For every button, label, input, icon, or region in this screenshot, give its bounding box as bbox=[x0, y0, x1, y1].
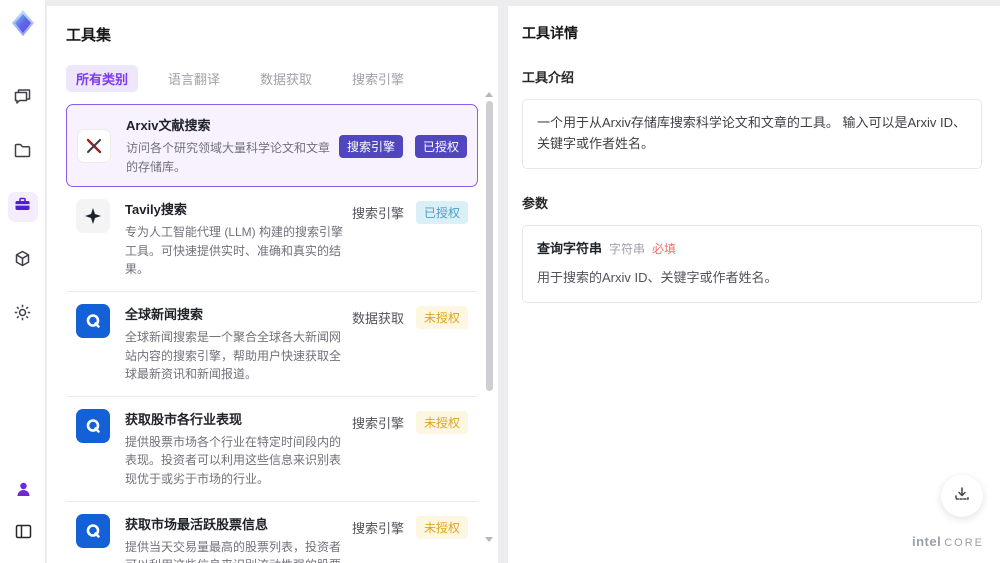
category-label: 搜索引擎 bbox=[351, 520, 404, 536]
param-required-flag: 必填 bbox=[652, 241, 677, 256]
chat-icon bbox=[13, 87, 32, 111]
avatar-icon bbox=[14, 480, 33, 504]
tool-card-global-news[interactable]: 全球新闻搜索 全球新闻搜索是一个聚合全球各大新闻网站内容的搜索引擎，帮助用户快速… bbox=[66, 291, 478, 397]
folder-icon bbox=[13, 141, 32, 165]
tool-card-tavily[interactable]: Tavily搜索 专为人工智能代理 (LLM) 构建的搜索引擎工具。可快速提供实… bbox=[66, 187, 478, 292]
category-badge: 搜索引擎 bbox=[338, 135, 403, 159]
gear-icon bbox=[13, 303, 32, 327]
tool-name: Tavily搜索 bbox=[125, 202, 187, 218]
param-name: 查询字符串 bbox=[537, 240, 603, 256]
list-scrollbar[interactable] bbox=[485, 92, 493, 552]
tool-tags: 搜索引擎 已授权 bbox=[351, 199, 468, 225]
auth-status-badge: 未授权 bbox=[415, 410, 468, 434]
blue-q-icon bbox=[76, 408, 110, 443]
sidebar-item-settings[interactable] bbox=[8, 300, 38, 330]
scrollbar-down-arrow-icon[interactable] bbox=[485, 537, 493, 542]
panel-layout-icon bbox=[14, 522, 33, 546]
app-window: 工具集 所有类别 语言翻译 数据获取 搜索引擎 Arxiv文献搜索 访问各个研究… bbox=[0, 0, 1000, 563]
scrollbar-thumb[interactable] bbox=[485, 101, 493, 391]
download-icon bbox=[953, 485, 971, 508]
scrollbar-up-arrow-icon[interactable] bbox=[485, 92, 493, 97]
sidebar-item-tools[interactable] bbox=[7, 192, 38, 222]
sidebar-item-models[interactable] bbox=[8, 246, 38, 276]
black-star-icon bbox=[76, 199, 110, 234]
param-box: 查询字符串 字符串 必填 用于搜索的Arxiv ID、关键字或作者姓名。 bbox=[522, 224, 982, 304]
page-title: 工具集 bbox=[66, 27, 112, 44]
tool-tags: 搜索引擎 未授权 bbox=[352, 409, 468, 434]
tool-card-text: 获取股市各行业表现 提供股票市场各个行业在特定时间段内的表现。投资者可以利用这些… bbox=[125, 409, 352, 489]
tool-card-arxiv[interactable]: Arxiv文献搜索 访问各个研究领域大量科学论文和文章的存储库。 搜索引擎 已授… bbox=[66, 104, 478, 188]
tab-data-fetch[interactable]: 数据获取 bbox=[250, 65, 322, 92]
blue-q-icon bbox=[76, 303, 110, 338]
tool-name: 获取市场最活跃股票信息 bbox=[125, 516, 269, 532]
tool-description: 全球新闻搜索是一个聚合全球各大新闻网站内容的搜索引擎，帮助用户快速获取全球最新资… bbox=[125, 329, 342, 382]
tool-card-text: Tavily搜索 专为人工智能代理 (LLM) 构建的搜索引擎工具。可快速提供实… bbox=[125, 199, 352, 279]
download-button[interactable] bbox=[941, 475, 983, 517]
sidebar-item-files[interactable] bbox=[8, 138, 38, 168]
tool-name: Arxiv文献搜索 bbox=[126, 118, 211, 133]
collapse-panel-button[interactable] bbox=[8, 519, 38, 549]
auth-status-badge: 未授权 bbox=[415, 515, 468, 539]
tool-card-text: 获取市场最活跃股票信息 提供当天交易量最高的股票列表，投资者可以利用这些信息来识… bbox=[125, 514, 352, 563]
cube-icon bbox=[13, 249, 32, 273]
sidebar-nav bbox=[7, 84, 38, 330]
tool-list: Arxiv文献搜索 访问各个研究领域大量科学论文和文章的存储库。 搜索引擎 已授… bbox=[66, 104, 478, 563]
tool-description: 提供股票市场各个行业在特定时间段内的表现。投资者可以利用这些信息来识别表现优于或… bbox=[125, 434, 342, 486]
category-tabs: 所有类别 语言翻译 数据获取 搜索引擎 bbox=[66, 65, 498, 92]
params-section-title: 参数 bbox=[522, 195, 549, 211]
blue-q-icon bbox=[76, 513, 110, 548]
tool-name: 全球新闻搜索 bbox=[125, 306, 204, 322]
tool-card-stock-sectors[interactable]: 获取股市各行业表现 提供股票市场各个行业在特定时间段内的表现。投资者可以利用这些… bbox=[66, 396, 478, 502]
tool-tags: 搜索引擎 已授权 bbox=[338, 133, 467, 159]
param-description: 用于搜索的Arxiv ID、关键字或作者姓名。 bbox=[537, 270, 778, 286]
toolbox-icon bbox=[13, 195, 32, 219]
left-sidebar bbox=[0, 0, 46, 563]
tab-all-categories[interactable]: 所有类别 bbox=[66, 65, 139, 92]
app-logo-icon bbox=[8, 8, 38, 38]
category-label: 搜索引擎 bbox=[351, 415, 404, 431]
tool-description: 访问各个研究领域大量科学论文和文章的存储库。 bbox=[126, 141, 331, 174]
intro-text: 一个用于从Arxiv存储库搜索科学论文和文章的工具。 输入可以是Arxiv ID… bbox=[537, 115, 967, 151]
tool-tags: 数据获取 未授权 bbox=[352, 304, 468, 329]
brand-core: CORE bbox=[944, 537, 984, 549]
tab-language-translation[interactable]: 语言翻译 bbox=[158, 65, 230, 92]
category-label: 数据获取 bbox=[351, 310, 404, 326]
brand-intel: intel bbox=[911, 534, 942, 549]
tool-name: 获取股市各行业表现 bbox=[125, 411, 243, 427]
user-profile-button[interactable] bbox=[8, 477, 38, 507]
arxiv-x-icon bbox=[77, 128, 111, 163]
intro-section-title: 工具介绍 bbox=[522, 70, 575, 85]
intel-core-logo: intel CORE bbox=[912, 534, 984, 549]
tool-description: 专为人工智能代理 (LLM) 构建的搜索引擎工具。可快速提供实时、准确和真实的结… bbox=[125, 225, 344, 277]
sidebar-bottom bbox=[0, 477, 46, 549]
param-header: 查询字符串 字符串 必填 bbox=[537, 239, 967, 260]
tool-detail-panel: 工具详情 工具介绍 一个用于从Arxiv存储库搜索科学论文和文章的工具。 输入可… bbox=[508, 6, 1000, 563]
sidebar-item-chat[interactable] bbox=[8, 84, 38, 114]
tool-card-text: 全球新闻搜索 全球新闻搜索是一个聚合全球各大新闻网站内容的搜索引擎，帮助用户快速… bbox=[125, 304, 352, 384]
auth-status-badge: 已授权 bbox=[414, 135, 467, 159]
tab-search-engine[interactable]: 搜索引擎 bbox=[342, 65, 414, 92]
intro-box: 一个用于从Arxiv存储库搜索科学论文和文章的工具。 输入可以是Arxiv ID… bbox=[522, 99, 982, 169]
detail-title: 工具详情 bbox=[522, 25, 578, 41]
category-label: 搜索引擎 bbox=[351, 206, 404, 222]
tool-description: 提供当天交易量最高的股票列表，投资者可以利用这些信息来识别流动性强的股票和潜在的… bbox=[125, 539, 342, 563]
auth-status-badge: 已授权 bbox=[415, 201, 468, 225]
auth-status-badge: 未授权 bbox=[415, 305, 468, 329]
tool-card-text: Arxiv文献搜索 访问各个研究领域大量科学论文和文章的存储库。 bbox=[126, 115, 339, 176]
tool-tags: 搜索引擎 未授权 bbox=[352, 514, 468, 539]
tools-panel: 工具集 所有类别 语言翻译 数据获取 搜索引擎 Arxiv文献搜索 访问各个研究… bbox=[47, 6, 498, 563]
tool-card-active-stocks[interactable]: 获取市场最活跃股票信息 提供当天交易量最高的股票列表，投资者可以利用这些信息来识… bbox=[66, 501, 478, 563]
param-type: 字符串 bbox=[609, 241, 646, 256]
